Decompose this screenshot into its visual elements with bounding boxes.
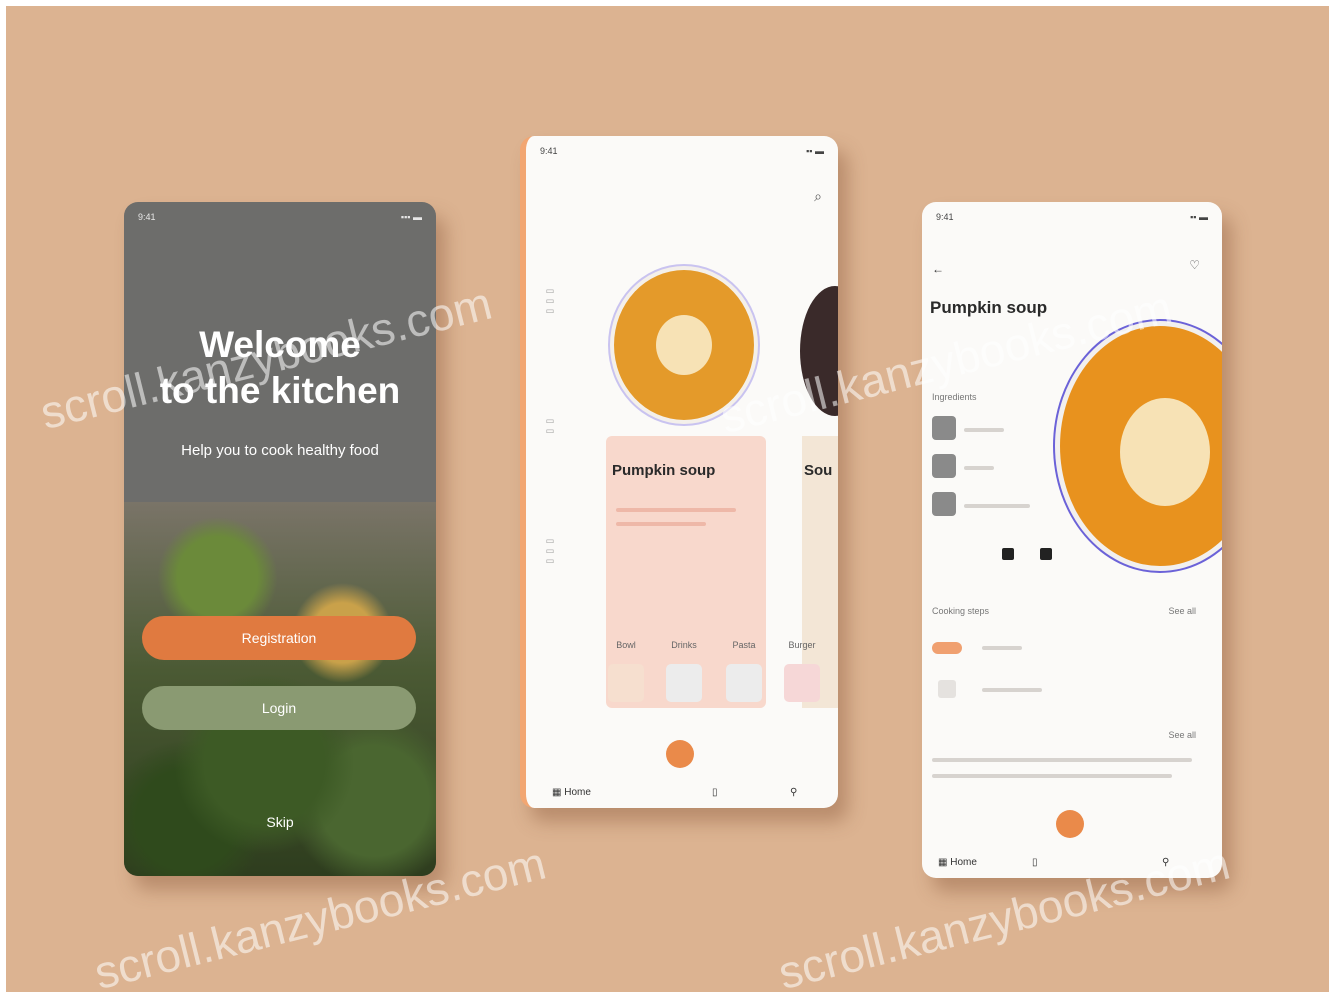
recipe-card-title: Sou [804, 462, 833, 479]
quantity-minus-button[interactable] [1002, 548, 1014, 560]
status-bar: 9:41 ▪▪ ▬ [936, 212, 1208, 226]
soup-bowl-image [1060, 326, 1222, 566]
favorite-icon[interactable]: ♡ [1189, 258, 1200, 272]
progress-track [932, 758, 1192, 762]
step-chip[interactable] [932, 642, 962, 654]
login-button[interactable]: Login [142, 686, 416, 730]
category-thumbnail [608, 664, 644, 702]
add-recipe-button[interactable] [666, 740, 694, 768]
category-label: Bowl [616, 640, 636, 650]
skip-link[interactable]: Skip [124, 814, 436, 830]
step-text [982, 688, 1042, 692]
ingredient-icon [932, 492, 956, 516]
signal-battery-icon: ▪▪▪ ▬ [400, 212, 422, 222]
category-label: Drinks [671, 640, 697, 650]
category-label: Burger [788, 640, 816, 650]
signal-battery-icon: ▪▪ ▬ [806, 146, 824, 156]
vertical-nav-item[interactable]: ▭▭▭ [544, 286, 554, 316]
clock-text: 9:41 [138, 212, 156, 222]
vertical-nav-item[interactable]: ▭▭▭ [544, 536, 554, 566]
recipe-card-text-line [616, 508, 736, 512]
vertical-nav-item[interactable]: ▭▭ [544, 416, 554, 436]
category-thumbnail [726, 664, 762, 702]
category-pasta[interactable]: Pasta [724, 640, 764, 702]
ingredient-text [964, 504, 1030, 508]
phone-recipe-list-screen: 9:41 ▪▪ ▬ ⌕ ▭▭▭ ▭▭ ▭▭▭ Pumpkin soup Sou … [520, 136, 838, 808]
presentation-canvas: 9:41 ▪▪▪ ▬ Welcome to the kitchen Help y… [6, 6, 1329, 992]
vertical-category-nav: ▭▭▭ ▭▭ ▭▭▭ [544, 286, 558, 666]
recipe-card-text-line [616, 522, 706, 526]
category-drinks[interactable]: Drinks [664, 640, 704, 702]
quantity-plus-button[interactable] [1040, 548, 1052, 560]
progress-track [932, 774, 1172, 778]
ingredient-icon [932, 454, 956, 478]
status-bar: 9:41 ▪▪ ▬ [540, 146, 824, 160]
nav-home[interactable]: ▦ Home [552, 787, 591, 798]
category-burger[interactable]: Burger [782, 640, 822, 702]
status-bar: 9:41 ▪▪▪ ▬ [138, 212, 422, 226]
grid-icon: ▦ [552, 787, 562, 798]
see-all-link-2[interactable]: See all [1168, 730, 1196, 740]
ingredients-heading: Ingredients [932, 392, 977, 402]
see-all-link[interactable]: See all [1168, 606, 1196, 616]
back-arrow-icon[interactable]: ← [932, 262, 944, 276]
category-thumbnail [666, 664, 702, 702]
bookmark-icon[interactable]: ▯ [1032, 857, 1038, 868]
category-thumbnail [784, 664, 820, 702]
category-label: Pasta [732, 640, 756, 650]
signal-battery-icon: ▪▪ ▬ [1190, 212, 1208, 222]
step-icon [938, 680, 956, 698]
add-recipe-button[interactable] [1056, 810, 1084, 838]
step-text [982, 646, 1022, 650]
welcome-subtitle: Help you to cook healthy food [181, 442, 379, 459]
ingredient-text [964, 428, 1004, 432]
ingredient-icon [932, 416, 956, 440]
bookmark-icon[interactable]: ▯ [712, 787, 718, 798]
clock-text: 9:41 [936, 212, 954, 222]
nav-home-label: Home [950, 857, 977, 868]
grid-icon: ▦ [938, 857, 948, 868]
nav-home[interactable]: ▦ Home [938, 857, 977, 868]
ingredient-text [964, 466, 994, 470]
search-icon[interactable]: ⌕ [814, 188, 822, 205]
steps-heading: Cooking steps [932, 606, 990, 616]
nav-home-label: Home [564, 787, 591, 798]
clock-text: 9:41 [540, 146, 558, 156]
registration-button[interactable]: Registration [142, 616, 416, 660]
recipe-card-title: Pumpkin soup [612, 462, 716, 479]
category-bowl[interactable]: Bowl [606, 640, 646, 702]
profile-icon[interactable]: ⚲ [790, 787, 797, 798]
